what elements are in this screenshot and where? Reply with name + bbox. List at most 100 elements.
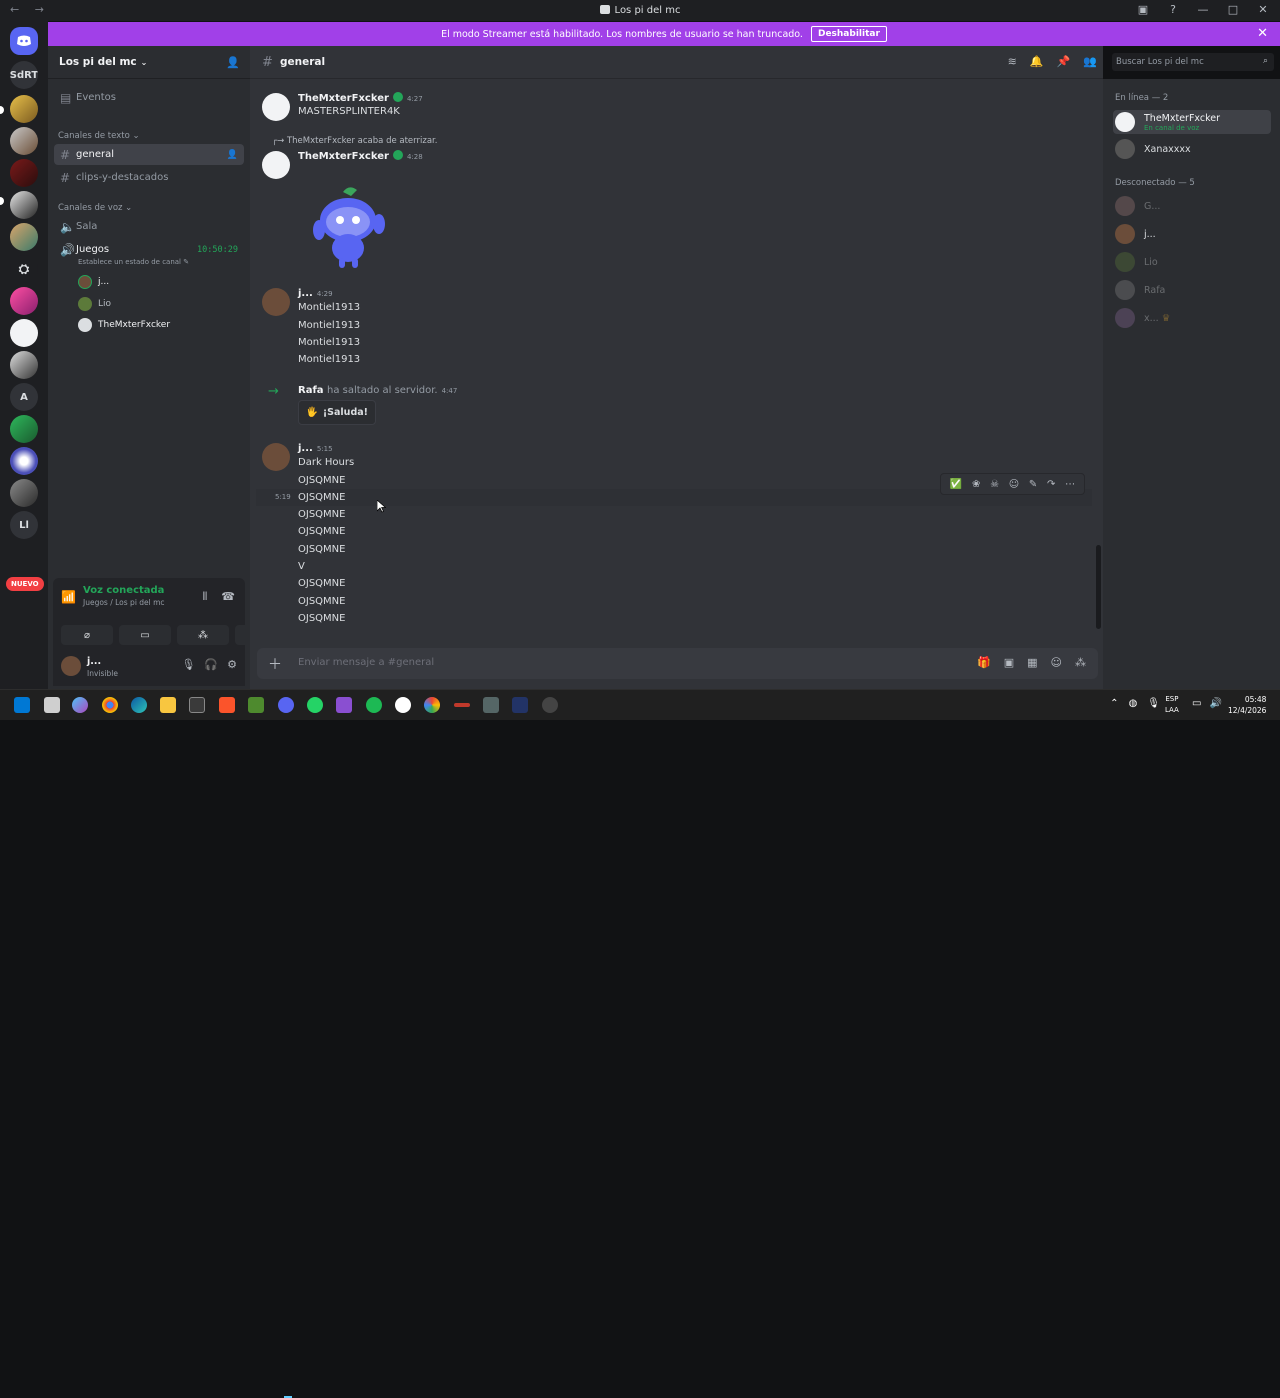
check-reaction-icon[interactable]: ✅ (950, 479, 962, 490)
server-ll[interactable]: Ll (10, 511, 38, 539)
edge-icon[interactable] (131, 697, 147, 713)
store-icon[interactable] (189, 697, 205, 713)
network-icon[interactable]: ◍ (1129, 698, 1138, 709)
discord-home-icon[interactable] (10, 27, 38, 55)
skull-reaction-icon[interactable]: ☠ (990, 479, 999, 490)
invite-icon[interactable]: 👤 (227, 150, 238, 160)
apps-icon[interactable]: ⁂ (1075, 656, 1086, 669)
message-author[interactable]: j... 4:29 (298, 288, 333, 299)
server-icon[interactable] (10, 415, 38, 443)
app-icon[interactable] (424, 697, 440, 713)
minecraft-icon[interactable] (248, 697, 264, 713)
microphone-icon[interactable]: 🎙 (1147, 698, 1160, 709)
gear-icon[interactable]: ⚙ (227, 658, 237, 671)
member-item[interactable]: G... (1115, 194, 1275, 218)
spotify-icon[interactable] (366, 697, 382, 713)
chrome-icon[interactable] (102, 697, 118, 713)
close-icon[interactable]: ✕ (1257, 26, 1268, 41)
member-item[interactable]: x... ♛ (1115, 306, 1275, 330)
text-category[interactable]: Canales de texto ⌄ (58, 131, 140, 141)
threads-icon[interactable]: ≋ (1008, 55, 1017, 68)
member-item[interactable]: j... (1115, 222, 1275, 246)
wave-button[interactable]: 🖐 ¡Saluda! (298, 400, 376, 425)
activities-button[interactable]: ⁂ (177, 625, 229, 645)
scrollbar[interactable] (1096, 545, 1101, 629)
maximize-button[interactable]: □ (1226, 3, 1240, 16)
avatar[interactable] (262, 151, 290, 179)
server-icon[interactable]: ⛭ (10, 255, 38, 283)
discord-icon[interactable] (278, 697, 294, 713)
app-icon[interactable] (483, 697, 499, 713)
help-icon[interactable]: ? (1166, 3, 1180, 16)
pin-icon[interactable]: 📌 (1057, 55, 1071, 68)
avatar[interactable] (262, 443, 290, 471)
screen-share-button[interactable]: ▭ (119, 625, 171, 645)
server-icon[interactable] (10, 287, 38, 315)
user-name[interactable]: j... (87, 656, 101, 667)
server-icon[interactable] (10, 351, 38, 379)
avatar[interactable] (262, 93, 290, 121)
edit-icon[interactable]: ✎ (1029, 479, 1037, 490)
channel-general[interactable]: # general 👤 (54, 144, 244, 165)
server-a[interactable]: A (10, 383, 38, 411)
member-item[interactable]: TheMxterFxcker En canal de voz (1113, 110, 1271, 134)
gift-icon[interactable]: 🎁 (977, 656, 991, 669)
minimize-button[interactable]: — (1196, 3, 1210, 16)
avatar[interactable] (61, 656, 81, 676)
channel-clips[interactable]: # clips-y-destacados (54, 167, 244, 188)
avatar[interactable] (262, 288, 290, 316)
whatsapp-icon[interactable] (307, 697, 323, 713)
headphones-icon[interactable]: 🎧 (204, 658, 218, 671)
search-input[interactable]: Buscar Los pi del mc ⌕ (1112, 53, 1274, 71)
server-icon[interactable] (10, 95, 38, 123)
noise-suppression-icon[interactable]: ⦀ (202, 590, 207, 604)
message-composer[interactable]: ＋ Enviar mensaje a #general 🎁 ▣ ▦ ☺ ⁂ (257, 648, 1098, 679)
channel-juegos[interactable]: 🔊 Juegos 10:50:29 (54, 239, 244, 260)
member-item[interactable]: Rafa (1115, 278, 1275, 302)
voice-user[interactable]: Lio (78, 297, 111, 311)
microphone-icon[interactable]: 🎙 (181, 658, 195, 671)
app-icon[interactable] (395, 697, 411, 713)
voice-user[interactable]: j... (78, 275, 109, 289)
gif-icon[interactable]: ▣ (1004, 656, 1014, 669)
reaction-icon[interactable]: ❀ (972, 479, 980, 490)
server-icon[interactable] (10, 191, 38, 219)
channel-status[interactable]: Establece un estado de canal ✎ (78, 258, 189, 266)
system-reply[interactable]: ┌→ TheMxterFxcker acaba de aterrizar. (272, 136, 437, 146)
guild-header[interactable]: Los pi del mc ⌄ 👤 (48, 46, 250, 79)
members-icon[interactable]: 👥 (1083, 55, 1097, 68)
app-icon[interactable] (542, 697, 558, 713)
bell-icon[interactable]: 🔔 (1030, 55, 1044, 68)
clock[interactable]: 05:48 12/4/2026 (1228, 694, 1266, 716)
app-icon[interactable] (336, 697, 352, 713)
app-icon[interactable] (512, 697, 528, 713)
add-attachment-icon[interactable]: ＋ (268, 654, 282, 674)
disconnect-icon[interactable]: ☎ (221, 590, 235, 604)
more-icon[interactable]: ⋯ (1065, 479, 1075, 490)
message-author[interactable]: j... 5:15 (298, 443, 333, 454)
events-item[interactable]: ▤ Eventos (54, 87, 244, 108)
inbox-icon[interactable]: ▣ (1136, 3, 1150, 16)
camera-off-button[interactable]: ⌀ (61, 625, 113, 645)
message-input[interactable]: Enviar mensaje a #general (298, 657, 434, 668)
voice-category[interactable]: Canales de voz ⌄ (58, 203, 132, 213)
quick-settings[interactable]: ▭ 🔊 (1192, 698, 1222, 709)
server-icon[interactable] (10, 447, 38, 475)
server-icon[interactable] (10, 479, 38, 507)
add-reaction-icon[interactable]: ☺ (1009, 479, 1019, 490)
server-icon[interactable] (10, 223, 38, 251)
invite-people-icon[interactable]: 👤 (226, 56, 240, 69)
channel-sala[interactable]: 🔈 Sala (54, 216, 244, 237)
emoji-icon[interactable]: ☺ (1051, 656, 1062, 669)
disable-streamer-button[interactable]: Deshabilitar (810, 26, 887, 42)
language-indicator[interactable]: ESP LAA (1165, 694, 1179, 716)
copilot-icon[interactable] (72, 697, 88, 713)
server-icon[interactable] (10, 159, 38, 187)
server-icon[interactable] (10, 127, 38, 155)
brave-icon[interactable] (219, 697, 235, 713)
message-author[interactable]: TheMxterFxcker 4:28 (298, 150, 423, 162)
member-item[interactable]: Xanaxxxx (1115, 137, 1275, 161)
member-item[interactable]: Lio (1115, 250, 1275, 274)
wumpus-sticker[interactable] (305, 180, 395, 274)
close-window-button[interactable]: ✕ (1256, 3, 1270, 16)
